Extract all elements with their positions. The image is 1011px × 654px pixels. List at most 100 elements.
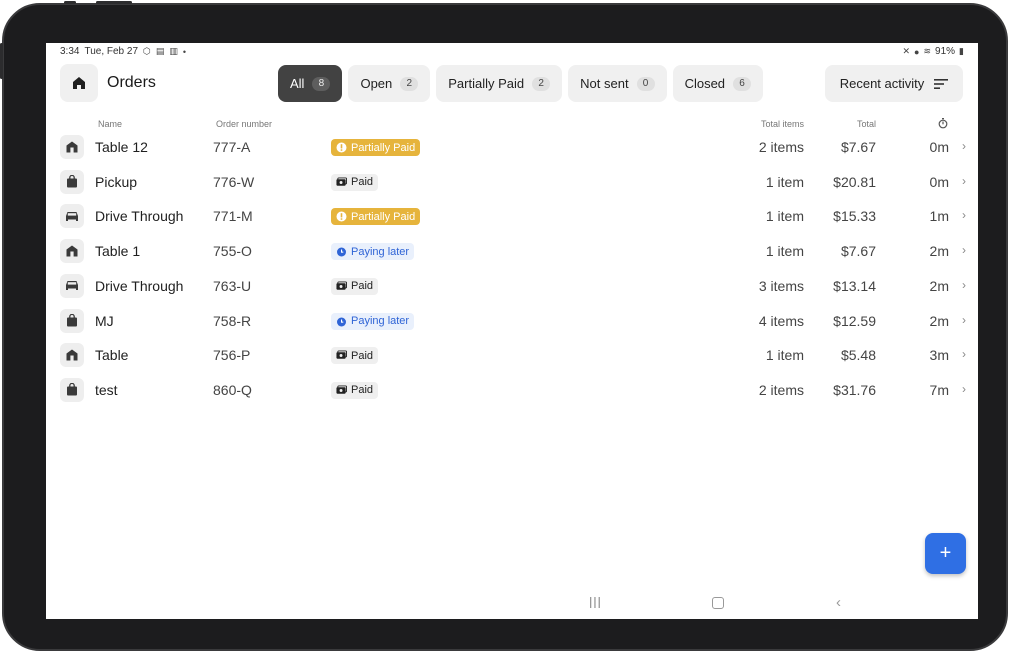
table-icon: [60, 135, 84, 159]
status-label: Paying later: [351, 245, 410, 258]
order-total: $7.67: [840, 139, 876, 155]
order-row[interactable]: Drive Through 771-M Partially Paid 1 item $1…: [46, 199, 978, 233]
order-item-count: 2 items: [758, 139, 804, 155]
page-title: Orders: [107, 74, 156, 91]
filter-label: Not sent: [580, 76, 629, 91]
sort-button[interactable]: Recent activity: [825, 65, 963, 102]
add-order-button[interactable]: +: [925, 533, 966, 574]
status-badge: Paid: [331, 277, 379, 295]
order-elapsed-time: 1m: [929, 208, 949, 225]
nav-back-icon[interactable]: ‹: [836, 594, 841, 611]
order-number: 758-R: [213, 312, 252, 329]
chevron-right-icon: ›: [962, 347, 966, 362]
timer-icon: [938, 118, 948, 129]
wifi-icon: ≋: [923, 46, 932, 56]
nav-home-icon[interactable]: [712, 597, 724, 609]
order-total: $7.67: [840, 243, 876, 260]
order-row[interactable]: Table 1 755-O Paying later 1 item $7.67 2m ›: [46, 234, 978, 268]
car-icon: [60, 204, 84, 229]
chevron-right-icon: ›: [962, 312, 966, 327]
filter-count: 2: [532, 76, 551, 91]
order-elapsed-time: 2m: [929, 243, 949, 260]
filter-label: Open: [360, 76, 393, 91]
device-top-button: [64, 1, 76, 4]
filter-label: Partially Paid: [448, 76, 525, 91]
order-item-count: 3 items: [758, 277, 804, 294]
order-item-count: 2 items: [758, 381, 804, 398]
order-row[interactable]: Table 756-P Paid 1 item $5.48 3m ›: [46, 338, 978, 372]
column-header-total: Total: [856, 119, 876, 129]
home-icon: [73, 77, 85, 89]
sort-icon: [934, 78, 949, 89]
order-item-count: 1 item: [765, 173, 804, 190]
status-badge: Paid: [331, 381, 379, 399]
chevron-right-icon: ›: [962, 243, 966, 258]
status-label: Paid: [351, 349, 374, 362]
status-badge: Paying later: [331, 312, 415, 330]
order-name: Table 12: [95, 139, 148, 155]
order-row[interactable]: Drive Through 763-U Paid 3 items $13.14 2m ›: [46, 269, 978, 303]
alarm-clock-icon: [337, 317, 346, 326]
status-label: Paid: [351, 280, 374, 293]
filter-all[interactable]: All 8: [278, 65, 343, 102]
order-name: test: [95, 381, 118, 398]
order-number: 777-A: [213, 139, 251, 155]
status-label: Partially Paid: [351, 141, 416, 154]
order-elapsed-time: 0m: [929, 139, 949, 155]
order-total: $15.33: [833, 208, 876, 225]
cash-icon: [336, 177, 347, 186]
device-side-button: [0, 43, 3, 79]
filter-partially-paid[interactable]: Partially Paid 2: [436, 65, 563, 102]
order-row[interactable]: test 860-Q Paid 2 items $31.76 7m ›: [46, 373, 978, 407]
tablet-frame: 3:34 Tue, Feb 27 ⬡ ▤ ▥ • ✕ ● ≋ 91% ▮ Ord…: [0, 1, 1008, 651]
filter-count: 8: [312, 76, 331, 91]
order-elapsed-time: 3m: [929, 347, 949, 364]
chevron-right-icon: ›: [962, 139, 966, 153]
filter-open[interactable]: Open 2: [348, 65, 431, 102]
order-total: $13.14: [833, 277, 876, 294]
status-badge: Paid: [331, 173, 379, 191]
chevron-right-icon: ›: [962, 381, 966, 396]
alarm-clock-icon: [337, 247, 346, 257]
order-row[interactable]: MJ 758-R Paying later 4 items $12.59 2m ›: [46, 304, 978, 338]
order-row[interactable]: Pickup 776-W Paid 1 item $20.81 0m ›: [46, 165, 978, 199]
filter-count: 0: [636, 76, 655, 91]
dot-icon: •: [182, 46, 187, 57]
order-row[interactable]: Table 12 777-A Partially Paid 2 items $7.67 0…: [46, 130, 978, 164]
order-number: 755-O: [213, 243, 252, 260]
order-number: 860-Q: [213, 381, 252, 398]
cast-icon: ▤: [155, 46, 165, 56]
order-item-count: 1 item: [765, 208, 804, 225]
chevron-right-icon: ›: [962, 277, 966, 292]
partial-icon: [336, 142, 347, 153]
home-button[interactable]: [60, 64, 98, 102]
battery-icon: ▮: [959, 46, 964, 56]
order-total: $5.48: [840, 347, 876, 364]
filter-closed[interactable]: Closed 6: [672, 65, 764, 102]
cash-icon: [336, 350, 347, 359]
status-badge: Partially Paid: [331, 139, 421, 156]
order-total: $20.81: [833, 173, 876, 190]
filter-not-sent[interactable]: Not sent 0: [568, 65, 667, 102]
column-header-total-items: Total items: [760, 119, 804, 129]
order-number: 771-M: [213, 208, 253, 225]
recent-apps-icon[interactable]: [589, 597, 601, 608]
table-icon: [60, 239, 84, 264]
notification-icon: ⬡: [143, 46, 151, 56]
location-icon: ●: [914, 46, 920, 57]
status-bar: 3:34 Tue, Feb 27 ⬡ ▤ ▥ • ✕ ● ≋ 91% ▮: [46, 43, 978, 61]
status-label: Partially Paid: [351, 210, 416, 223]
order-total: $12.59: [833, 312, 876, 329]
chevron-right-icon: ›: [962, 173, 966, 188]
status-label: Paid: [351, 384, 374, 397]
order-elapsed-time: 2m: [929, 312, 949, 329]
partial-icon: [336, 211, 347, 222]
order-name: Drive Through: [95, 208, 184, 225]
order-total: $31.76: [833, 381, 876, 398]
order-elapsed-time: 2m: [929, 277, 949, 294]
print-icon: ▥: [169, 46, 178, 56]
sort-label: Recent activity: [839, 76, 925, 91]
filter-label: Closed: [684, 76, 726, 91]
order-name: MJ: [95, 312, 114, 329]
order-elapsed-time: 7m: [929, 381, 949, 398]
